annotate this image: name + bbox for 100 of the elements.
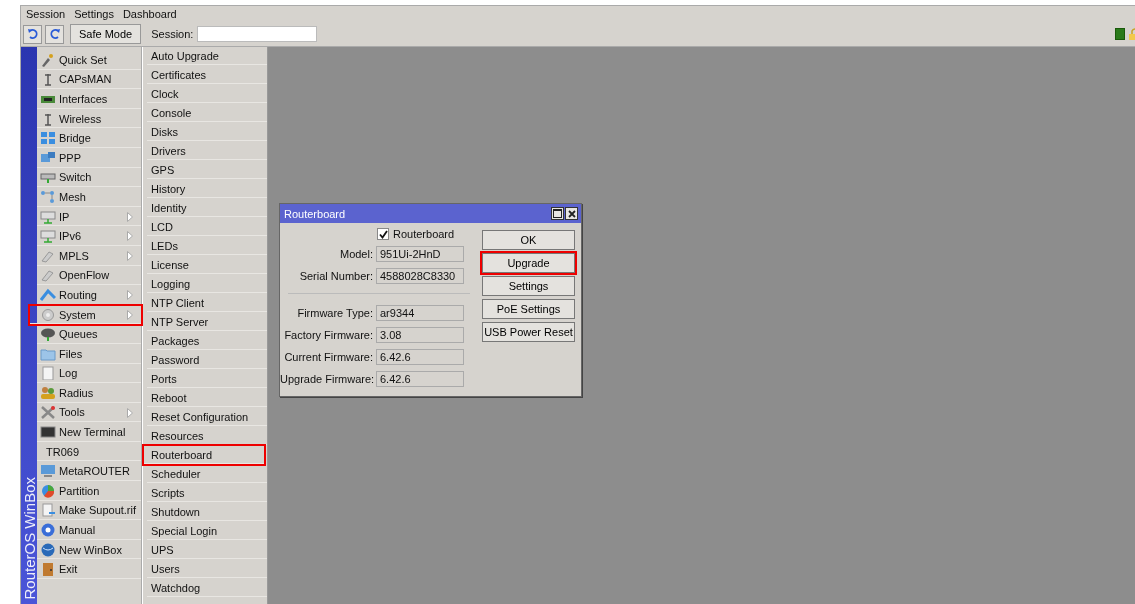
- menu-item[interactable]: Settings: [74, 8, 114, 20]
- field-label: Serial Number:: [298, 270, 373, 282]
- submenu-item[interactable]: Scheduler: [147, 465, 267, 483]
- sidebar-item[interactable]: Quick Set: [37, 51, 141, 70]
- value-field: 6.42.6: [376, 349, 464, 365]
- mesh-icon: [40, 189, 56, 204]
- sidebar-item[interactable]: Partition: [37, 482, 141, 501]
- submenu-item[interactable]: Scripts: [147, 484, 267, 502]
- sidebar-item[interactable]: Manual: [37, 521, 141, 540]
- sidebar-item[interactable]: Queues: [37, 325, 141, 344]
- undo-icon: [26, 28, 39, 40]
- submenu-item[interactable]: Ports: [147, 370, 267, 388]
- sidebar-item[interactable]: Mesh: [37, 188, 141, 207]
- submenu-item[interactable]: Password: [147, 351, 267, 369]
- session-field[interactable]: [197, 26, 318, 42]
- pie-icon: [40, 483, 56, 498]
- submenu-item[interactable]: Shutdown: [147, 503, 267, 521]
- sidebar-item[interactable]: System: [30, 305, 141, 325]
- sidebar-item[interactable]: IPv6: [37, 227, 141, 246]
- submenu-item[interactable]: Special Login: [147, 522, 267, 540]
- menu-item[interactable]: Dashboard: [122, 8, 177, 20]
- dialog-title: Routerboard: [284, 207, 346, 220]
- route-icon: [40, 287, 56, 302]
- undo-button[interactable]: [23, 24, 42, 44]
- switch-icon: [40, 170, 56, 185]
- sidebar-item[interactable]: Make Supout.rif: [37, 501, 141, 521]
- sidebar-item[interactable]: Radius: [37, 384, 141, 403]
- submenu-item[interactable]: LEDs: [147, 237, 267, 255]
- sidebar-item[interactable]: CAPsMAN: [37, 70, 141, 90]
- submenu-item[interactable]: Disks: [147, 123, 267, 141]
- field-label: Model:: [338, 248, 373, 260]
- value-field: ar9344: [376, 305, 464, 321]
- sidebar-item[interactable]: Switch: [37, 168, 141, 188]
- submenu-item[interactable]: Drivers: [147, 142, 267, 160]
- submenu-item[interactable]: Console: [147, 104, 267, 122]
- value-field: 4588028C8330: [376, 268, 464, 284]
- safe-mode-button[interactable]: Safe Mode: [70, 24, 142, 44]
- sidebar-item[interactable]: TR069: [37, 442, 141, 462]
- submenu-item[interactable]: Logging: [147, 275, 267, 293]
- value-field: 6.42.6: [376, 371, 464, 387]
- sidebar-item[interactable]: PPP: [37, 148, 141, 168]
- sidebar-item[interactable]: Log: [37, 364, 141, 384]
- sidebar-item[interactable]: MetaROUTER: [37, 462, 141, 482]
- sidebar-item[interactable]: OpenFlow: [37, 266, 141, 286]
- session-label: Session:: [151, 28, 194, 40]
- submenu-item[interactable]: History: [147, 180, 267, 198]
- submenu-item[interactable]: Certificates: [147, 66, 267, 84]
- submenu-item[interactable]: GPS: [147, 161, 267, 179]
- dialog-button[interactable]: OK: [482, 230, 575, 250]
- close-button[interactable]: [565, 207, 578, 220]
- sidebar-item[interactable]: Bridge: [37, 129, 141, 148]
- submenu-item[interactable]: Identity: [147, 199, 267, 217]
- sidebar-item[interactable]: Files: [37, 344, 141, 364]
- dialog-button[interactable]: USB Power Reset: [482, 322, 575, 342]
- sidebar-item[interactable]: Wireless: [37, 109, 141, 129]
- submenu-item[interactable]: NTP Server: [147, 313, 267, 331]
- brand-text: RouterOS WinBox: [20, 477, 38, 600]
- globe-icon: [40, 542, 56, 557]
- sidebar-item[interactable]: MPLS: [37, 246, 141, 266]
- submenu-item[interactable]: UPS: [147, 541, 267, 559]
- submenu-item[interactable]: Users: [147, 560, 267, 578]
- term-icon: [40, 425, 56, 440]
- dialog-button[interactable]: PoE Settings: [482, 299, 575, 319]
- submenu-item[interactable]: Watchdog: [147, 579, 267, 597]
- redo-icon: [48, 28, 61, 40]
- submenu-item[interactable]: Packages: [147, 332, 267, 350]
- sidebar-item[interactable]: Tools: [37, 403, 141, 423]
- field-label: Factory Firmware:: [283, 329, 373, 341]
- sidebar-item[interactable]: Routing: [37, 286, 141, 305]
- bridge-icon: [40, 131, 56, 146]
- door-icon: [40, 562, 56, 577]
- value-field: 3.08: [376, 327, 464, 343]
- folder-icon: [40, 346, 56, 361]
- dialog-button[interactable]: Upgrade: [482, 253, 575, 273]
- sidebar-item[interactable]: Exit: [37, 560, 141, 580]
- tools-icon: [40, 405, 56, 420]
- submenu-item[interactable]: Reset Configuration: [147, 408, 267, 426]
- submenu-item[interactable]: Routerboard: [144, 446, 264, 464]
- screen-icon: [40, 464, 56, 479]
- submenu-item[interactable]: Resources: [147, 427, 267, 445]
- submenu-item[interactable]: License: [147, 256, 267, 274]
- sidebar-item[interactable]: New WinBox: [37, 540, 141, 560]
- field-label: Firmware Type:: [296, 307, 373, 319]
- submenu-item[interactable]: Reboot: [147, 389, 267, 407]
- submenu-item[interactable]: Clock: [147, 85, 267, 103]
- redo-button[interactable]: [45, 24, 64, 44]
- gear-icon: [40, 307, 56, 322]
- dialog-button[interactable]: Settings: [482, 276, 575, 296]
- sidebar-item[interactable]: IP: [37, 207, 141, 227]
- sidebar-item[interactable]: Interfaces: [37, 90, 141, 109]
- people-icon: [40, 385, 56, 400]
- sidebar-item[interactable]: New Terminal: [37, 423, 141, 442]
- checkbox[interactable]: [377, 228, 389, 240]
- lock-icon: [1129, 28, 1135, 40]
- doc-icon: [40, 366, 56, 381]
- submenu-item[interactable]: NTP Client: [147, 294, 267, 312]
- submenu-item[interactable]: LCD: [147, 218, 267, 236]
- maximize-button[interactable]: [551, 207, 564, 220]
- submenu-item[interactable]: Auto Upgrade: [147, 47, 267, 65]
- menu-item[interactable]: Session: [26, 8, 66, 20]
